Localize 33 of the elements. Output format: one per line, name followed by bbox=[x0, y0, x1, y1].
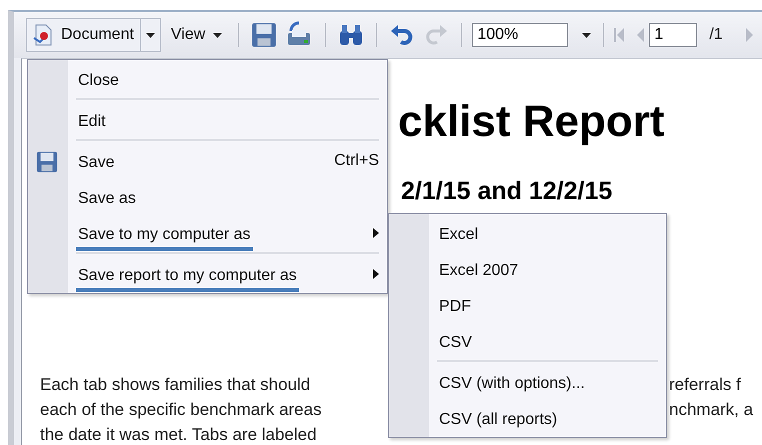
menu-item[interactable]: CSV bbox=[389, 323, 666, 359]
menu-item[interactable]: Save report to my computer as bbox=[28, 256, 387, 292]
view-button[interactable]: View bbox=[164, 20, 228, 50]
report-text: nchmark, a bbox=[669, 399, 754, 421]
menu-item[interactable]: CSV (all reports) bbox=[389, 400, 666, 436]
report-text: the date it was met. Tabs are labeled bbox=[40, 424, 317, 445]
document-icon bbox=[33, 24, 53, 46]
dropdown-button[interactable] bbox=[140, 18, 161, 52]
caret-icon bbox=[582, 32, 592, 38]
report-text: referrals f bbox=[669, 374, 741, 396]
zoom-dropdown-button[interactable] bbox=[580, 30, 594, 40]
zoom-field[interactable]: 100% bbox=[472, 23, 568, 47]
document-button[interactable]: Document bbox=[26, 18, 141, 52]
menu-item[interactable]: Save as bbox=[28, 179, 387, 215]
report-date-range: 2/1/15 and 12/2/15 bbox=[401, 177, 612, 205]
caret-icon bbox=[146, 32, 155, 38]
undo-icon bbox=[389, 23, 416, 47]
page-total: /1 bbox=[709, 26, 723, 44]
menu-item[interactable]: Save Ctrl+S bbox=[28, 143, 387, 179]
redo-icon bbox=[423, 23, 450, 47]
page-number-field[interactable]: 1 bbox=[649, 23, 698, 47]
menu-item[interactable]: Edit bbox=[28, 102, 387, 138]
menu-item[interactable]: CSV (with options)... bbox=[389, 364, 666, 400]
report-text: Each tab shows families that should bbox=[40, 374, 310, 396]
menu-item[interactable]: PDF bbox=[389, 287, 666, 323]
menu-item[interactable]: Close bbox=[28, 61, 387, 97]
report-title: cklist Report bbox=[398, 97, 665, 146]
report-text: each of the specific benchmark areas bbox=[40, 399, 322, 421]
shortcut-text: Ctrl+S bbox=[334, 152, 379, 170]
caret-icon bbox=[213, 32, 222, 38]
binoculars-icon bbox=[338, 23, 364, 47]
menu-item[interactable]: Excel bbox=[389, 215, 666, 251]
menu-item[interactable]: Excel 2007 bbox=[389, 251, 666, 287]
